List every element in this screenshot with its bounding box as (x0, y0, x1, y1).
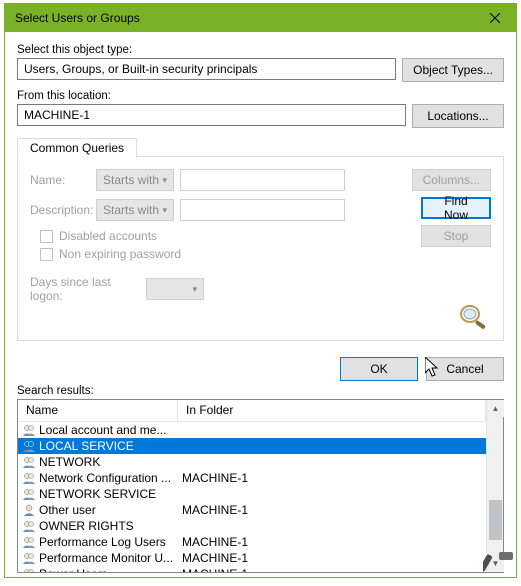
cell-folder: MACHINE-1 (178, 535, 486, 549)
scroll-thumb[interactable] (489, 500, 502, 540)
table-row[interactable]: Network Configuration ...MACHINE-1 (18, 470, 486, 486)
cell-name: OWNER RIGHTS (18, 519, 178, 533)
ok-button[interactable]: OK (340, 357, 418, 381)
dialog-window: Select Users or Groups Select this objec… (4, 3, 517, 578)
tab-common-queries[interactable]: Common Queries (17, 138, 137, 159)
close-button[interactable] (474, 4, 516, 32)
title-text: Select Users or Groups (15, 11, 140, 25)
q-nonexpire-checkbox (40, 248, 53, 261)
results-pane: Name In Folder Local account and me... LO… (17, 399, 504, 573)
table-row[interactable]: NETWORK (18, 454, 486, 470)
q-desc-label: Description: (30, 203, 90, 217)
cell-folder: MACHINE-1 (178, 567, 486, 572)
q-days-label: Days since last logon: (30, 275, 140, 303)
find-now-button[interactable]: Find Now (421, 197, 491, 219)
cell-name: LOCAL SERVICE (18, 439, 178, 453)
chevron-down-icon: ▾ (192, 284, 197, 295)
cell-name: Local account and me... (18, 423, 178, 437)
columns-button: Columns... (412, 169, 491, 191)
stop-button: Stop (421, 225, 491, 247)
object-type-field[interactable] (17, 58, 396, 80)
cell-name: Network Configuration ... (18, 471, 178, 485)
object-types-button[interactable]: Object Types... (402, 58, 504, 82)
table-row[interactable]: LOCAL SERVICE (18, 438, 486, 454)
search-icon (457, 302, 489, 330)
col-folder[interactable]: In Folder (178, 400, 486, 421)
q-nonexpire-row: Non expiring password (40, 247, 409, 261)
q-name-label: Name: (30, 173, 90, 187)
cell-name: Performance Log Users (18, 535, 178, 549)
cell-folder: MACHINE-1 (178, 551, 486, 565)
cell-name: Other user (18, 503, 178, 517)
chevron-down-icon: ▾ (162, 205, 167, 216)
q-name-input (180, 169, 345, 191)
results-list: Name In Folder Local account and me... LO… (18, 400, 486, 572)
object-type-label: Select this object type: (17, 44, 504, 56)
scroll-up-button[interactable]: ▲ (487, 400, 504, 417)
cell-name: Power Users (18, 567, 178, 572)
column-headers: Name In Folder (18, 400, 486, 422)
q-desc-mode-select: Starts with ▾ (96, 199, 174, 221)
table-row[interactable]: NETWORK SERVICE (18, 486, 486, 502)
table-row[interactable]: Performance Log UsersMACHINE-1 (18, 534, 486, 550)
q-name-mode-text: Starts with (103, 173, 159, 187)
location-label: From this location: (17, 90, 504, 102)
locations-button[interactable]: Locations... (412, 104, 504, 128)
titlebar: Select Users or Groups (5, 4, 516, 32)
q-days-select: ▾ (146, 278, 204, 300)
hammer-icon (483, 550, 517, 580)
content-area: Select this object type: Object Types...… (5, 32, 516, 581)
q-disabled-row: Disabled accounts (40, 229, 409, 243)
cell-name: NETWORK (18, 455, 178, 469)
cell-folder: MACHINE-1 (178, 471, 486, 485)
cancel-button[interactable]: Cancel (426, 357, 504, 381)
result-rows: Local account and me... LOCAL SERVICE NETW… (18, 422, 486, 572)
location-field[interactable] (17, 104, 406, 126)
table-row[interactable]: Performance Monitor U...MACHINE-1 (18, 550, 486, 566)
q-disabled-label: Disabled accounts (59, 229, 157, 243)
q-nonexpire-label: Non expiring password (59, 247, 181, 261)
q-desc-mode-text: Starts with (103, 203, 159, 217)
queries-group: Common Queries Name: Starts with ▾ Descr… (17, 156, 504, 341)
q-desc-input (180, 199, 345, 221)
cell-name: Performance Monitor U... (18, 551, 178, 565)
q-disabled-checkbox (40, 230, 53, 243)
col-name[interactable]: Name (18, 400, 178, 421)
table-row[interactable]: Power UsersMACHINE-1 (18, 566, 486, 572)
table-row[interactable]: OWNER RIGHTS (18, 518, 486, 534)
cell-name: NETWORK SERVICE (18, 487, 178, 501)
table-row[interactable]: Local account and me... (18, 422, 486, 438)
table-row[interactable]: Other userMACHINE-1 (18, 502, 486, 518)
results-label: Search results: (17, 385, 504, 397)
close-icon (490, 13, 500, 23)
queries-left: Name: Starts with ▾ Description: Starts … (30, 169, 409, 328)
cell-folder: MACHINE-1 (178, 503, 486, 517)
q-name-mode-select: Starts with ▾ (96, 169, 174, 191)
scrollbar[interactable]: ▲ ▼ (486, 400, 503, 572)
chevron-down-icon: ▾ (162, 175, 167, 186)
